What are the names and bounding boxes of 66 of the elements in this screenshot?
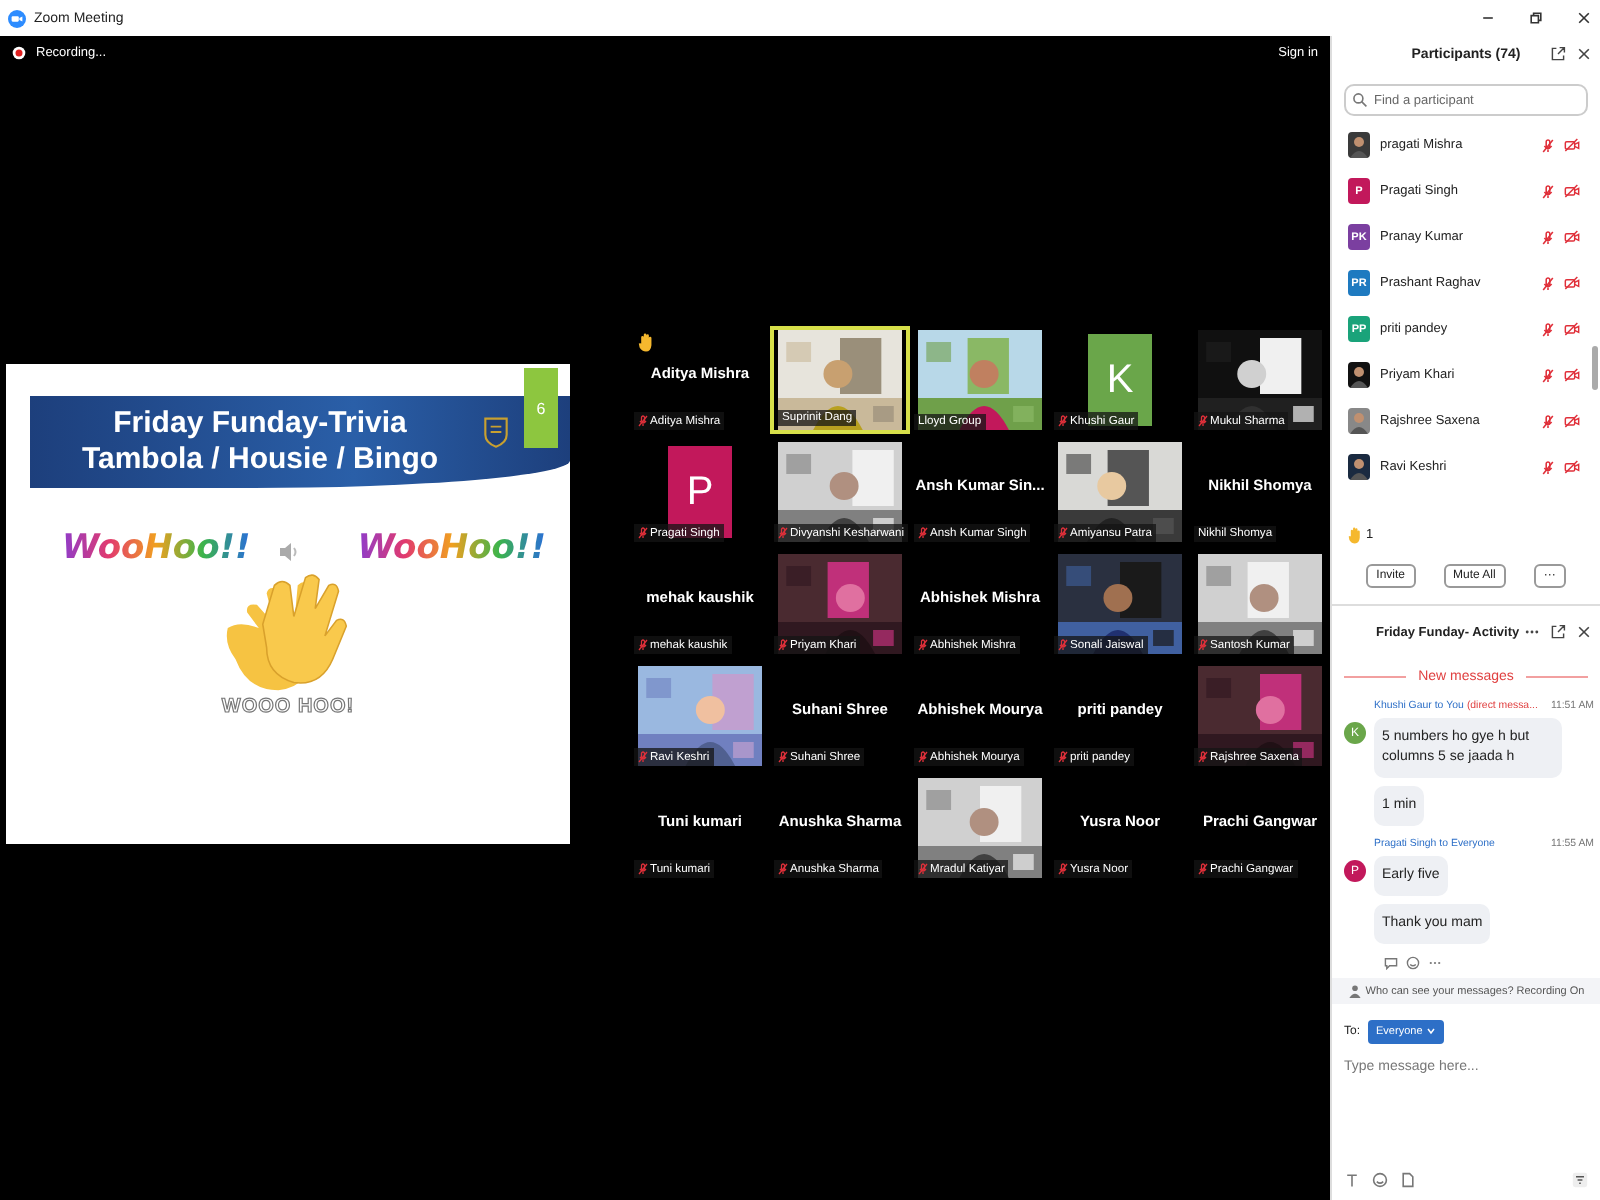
muted-mic-icon [778,526,788,540]
slide-number: 6 [524,368,558,448]
pop-out-icon[interactable] [1550,624,1566,640]
scrollbar-thumb[interactable] [1592,346,1598,390]
muted-mic-icon [638,862,648,876]
video-off-icon [1564,138,1580,152]
muted-mic-icon [1198,638,1208,652]
emoji-icon[interactable] [1372,1172,1388,1188]
video-off-icon [1564,322,1580,336]
person-icon [1347,984,1362,998]
muted-mic-icon [1058,526,1068,540]
format-icon[interactable] [1344,1172,1360,1188]
muted-mic-icon [1198,414,1208,428]
muted-mic-icon [1542,183,1554,199]
avatar [1348,132,1370,158]
muted-mic-icon [1198,862,1208,876]
muted-mic-icon [1542,275,1554,291]
muted-mic-icon [918,862,928,876]
muted-mic-icon [1542,459,1554,475]
reply-icon[interactable] [1384,956,1398,970]
close-icon[interactable] [1576,10,1592,26]
muted-mic-icon [638,638,648,652]
avatar [1348,454,1370,480]
emoji-icon[interactable] [1406,956,1420,970]
app-icon [8,9,26,27]
recording-icon [12,45,26,59]
muted-mic-icon [1542,137,1554,153]
caret-icon [1426,1026,1437,1037]
pop-out-icon[interactable] [1550,46,1566,62]
muted-mic-icon [918,750,928,764]
avatar [1348,408,1370,434]
muted-mic-icon [778,750,788,764]
muted-mic-icon [638,526,648,540]
muted-mic-icon [918,638,928,652]
muted-mic-icon [1542,367,1554,383]
slide-caption: WOOO HOO! [221,696,355,718]
raised-hand-icon [1348,526,1362,544]
muted-mic-icon [1542,413,1554,429]
video-off-icon [1564,414,1580,428]
muted-mic-icon [1058,750,1068,764]
muted-mic-icon [638,414,648,428]
muted-mic-icon [778,638,788,652]
slide-title: Friday Funday-Trivia [113,406,407,442]
close-icon[interactable] [1576,624,1592,640]
slide-title: Tambola / Housie / Bingo [81,442,439,478]
video-off-icon [1564,276,1580,290]
search-icon [1352,92,1368,108]
crest-icon [482,416,510,448]
video-off-icon [1564,184,1580,198]
muted-mic-icon [1058,414,1068,428]
file-icon[interactable] [1400,1172,1416,1188]
muted-mic-icon [638,750,648,764]
video-off-icon [1564,460,1580,474]
muted-mic-icon [1198,750,1208,764]
muted-mic-icon [1542,229,1554,245]
muted-mic-icon [1058,638,1068,652]
muted-mic-icon [778,862,788,876]
muted-mic-icon [1542,321,1554,337]
muted-mic-icon [918,526,928,540]
muted-mic-icon [1058,862,1068,876]
close-icon[interactable] [1576,46,1592,62]
restore-icon[interactable] [1528,10,1544,26]
video-off-icon [1564,368,1580,382]
video-off-icon [1564,230,1580,244]
avatar [1348,362,1370,388]
more-options-icon[interactable] [1572,1172,1588,1188]
